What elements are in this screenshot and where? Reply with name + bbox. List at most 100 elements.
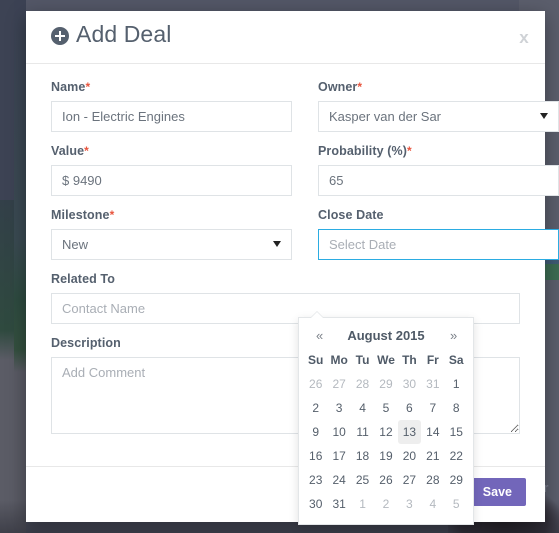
next-month-button[interactable]: »	[444, 327, 462, 344]
datepicker-day-cell[interactable]: 20	[398, 444, 421, 468]
datepicker-day-cell[interactable]: 1	[351, 492, 374, 516]
datepicker-day-cell[interactable]: 3	[327, 396, 350, 420]
datepicker-popup[interactable]: « August 2015 » Su Mo Tu We Th Fr Sa 26 27 28 29 3…	[298, 311, 474, 525]
datepicker-day-cell[interactable]: 18	[351, 444, 374, 468]
datepicker-weekday-sa: Sa	[448, 353, 464, 367]
datepicker-week-row: 16 17 18 19 20 21 22	[304, 444, 468, 468]
datepicker-week-row: 23 24 25 26 27 28 29	[304, 468, 468, 492]
field-name: Name*	[51, 80, 292, 132]
field-probability: Probability (%)*	[318, 144, 559, 196]
datepicker-weekday-fr: Fr	[426, 353, 439, 367]
datepicker-day-cell[interactable]: 7	[421, 396, 444, 420]
name-input[interactable]	[51, 101, 292, 132]
datepicker-weekday-header: Su Mo Tu We Th Fr Sa	[304, 349, 468, 372]
label-owner-text: Owner	[318, 80, 358, 94]
datepicker-day-cell[interactable]: 30	[398, 372, 421, 396]
datepicker-day-cell[interactable]: 29	[374, 372, 397, 396]
datepicker-day-cell[interactable]: 14	[421, 420, 444, 444]
datepicker-day-cell[interactable]: 19	[374, 444, 397, 468]
datepicker-day-cell[interactable]: 8	[445, 396, 468, 420]
probability-input[interactable]	[318, 165, 559, 196]
datepicker-day-cell[interactable]: 27	[327, 372, 350, 396]
datepicker-day-cell[interactable]: 16	[304, 444, 327, 468]
milestone-select-wrap: New	[51, 229, 292, 260]
datepicker-day-cell[interactable]: 3	[398, 492, 421, 516]
datepicker-week-row: 2345678	[304, 396, 468, 420]
owner-select-wrap: Kasper van der Sar	[318, 101, 559, 132]
label-value-text: Value	[51, 144, 85, 158]
field-milestone: Milestone* New	[51, 208, 292, 260]
field-value: Value*	[51, 144, 292, 196]
required-marker: *	[357, 80, 363, 94]
required-marker: *	[85, 80, 91, 94]
datepicker-day-cell[interactable]: 10	[327, 420, 350, 444]
datepicker-weekday-mo: Mo	[330, 353, 348, 367]
datepicker-day-cell[interactable]: 25	[351, 468, 374, 492]
close-date-input[interactable]	[318, 229, 559, 260]
label-close-date-text: Close Date	[318, 208, 384, 222]
label-probability-text: Probability (%)	[318, 144, 408, 158]
datepicker-day-cell[interactable]: 12	[374, 420, 397, 444]
close-icon[interactable]: x	[512, 26, 536, 50]
datepicker-day-cell[interactable]: 29	[445, 468, 468, 492]
circle-plus-icon	[51, 26, 69, 45]
datepicker-weekday-th: Th	[402, 353, 417, 367]
required-marker: *	[407, 144, 412, 158]
datepicker-week-row: 30 31 1 2 3 4 5	[304, 492, 468, 516]
add-deal-modal: Add Deal x Name* Owner*	[26, 11, 559, 525]
label-name-text: Name	[51, 80, 86, 94]
datepicker-day-cell[interactable]: 26	[374, 468, 397, 492]
datepicker-day-cell[interactable]: 30	[304, 492, 327, 516]
save-button[interactable]: Save	[468, 478, 526, 506]
datepicker-day-cell[interactable]: 9	[304, 420, 327, 444]
form-row-1: Name* Owner* Kasper van der Sar	[51, 80, 559, 144]
label-related-to: Related To	[51, 272, 520, 286]
datepicker-day-cell[interactable]: 15	[445, 420, 468, 444]
datepicker-day-cell[interactable]: 31	[327, 492, 350, 516]
datepicker-days-body: 26 27 28 29 30 31 1 2 3 4 5 6 7 8 9 10 11 12 13 14 15 16 17 18 1…	[304, 372, 468, 516]
label-owner: Owner*	[318, 80, 559, 94]
form-col-left-2: Value*	[51, 144, 292, 208]
datepicker-day-cell[interactable]: 6	[398, 396, 421, 420]
form-col-right-2: Probability (%)*	[318, 144, 559, 208]
datepicker-day-cell[interactable]: 17	[327, 444, 350, 468]
datepicker-day-cell[interactable]: 22	[445, 444, 468, 468]
modal-header: Add Deal x	[26, 11, 545, 64]
modal-title-text: Add Deal	[76, 21, 172, 47]
required-marker: *	[84, 144, 89, 158]
datepicker-day-cell[interactable]: 23	[304, 468, 327, 492]
datepicker-day-cell[interactable]: 13	[397, 420, 422, 444]
label-name: Name*	[51, 80, 292, 94]
form-row-2: Value* Probability (%)*	[51, 144, 559, 208]
datepicker-day-cell[interactable]: 24	[327, 468, 350, 492]
datepicker-day-cell[interactable]: 2	[374, 492, 397, 516]
datepicker-day-cell[interactable]: 5	[374, 396, 397, 420]
datepicker-day-cell[interactable]: 26	[304, 372, 327, 396]
datepicker-day-cell[interactable]: 27	[398, 468, 421, 492]
datepicker-day-cell[interactable]: 28	[351, 372, 374, 396]
datepicker-day-cell[interactable]: 2	[304, 396, 327, 420]
datepicker-week-row: 9 10 11 12 13 14 15	[304, 420, 468, 444]
required-marker: *	[109, 208, 115, 222]
datepicker-day-cell[interactable]: 5	[445, 492, 468, 516]
label-value: Value*	[51, 144, 292, 158]
datepicker-weekday-su: Su	[308, 353, 324, 367]
datepicker-day-cell[interactable]: 4	[351, 396, 374, 420]
milestone-select[interactable]: New	[51, 229, 292, 260]
owner-select[interactable]: Kasper van der Sar	[318, 101, 559, 132]
datepicker-day-cell[interactable]: 4	[421, 492, 444, 516]
backdrop-left-panel	[0, 0, 14, 533]
value-input[interactable]	[51, 165, 292, 196]
datepicker-weekday-we: We	[377, 353, 395, 367]
datepicker-day-cell[interactable]: 28	[421, 468, 444, 492]
datepicker-day-cell[interactable]: 21	[421, 444, 444, 468]
datepicker-day-cell[interactable]: 31	[421, 372, 444, 396]
datepicker-week-row: 26 27 28 29 30 31 1	[304, 372, 468, 396]
datepicker-month-label: August 2015	[347, 328, 425, 343]
page-title: Add Deal	[51, 21, 171, 48]
datepicker-day-cell[interactable]: 11	[351, 420, 374, 444]
datepicker-weekday-tu: Tu	[355, 353, 370, 367]
prev-month-button[interactable]: «	[310, 327, 328, 344]
datepicker-day-cell[interactable]: 1	[445, 372, 468, 396]
label-close-date: Close Date	[318, 208, 559, 222]
